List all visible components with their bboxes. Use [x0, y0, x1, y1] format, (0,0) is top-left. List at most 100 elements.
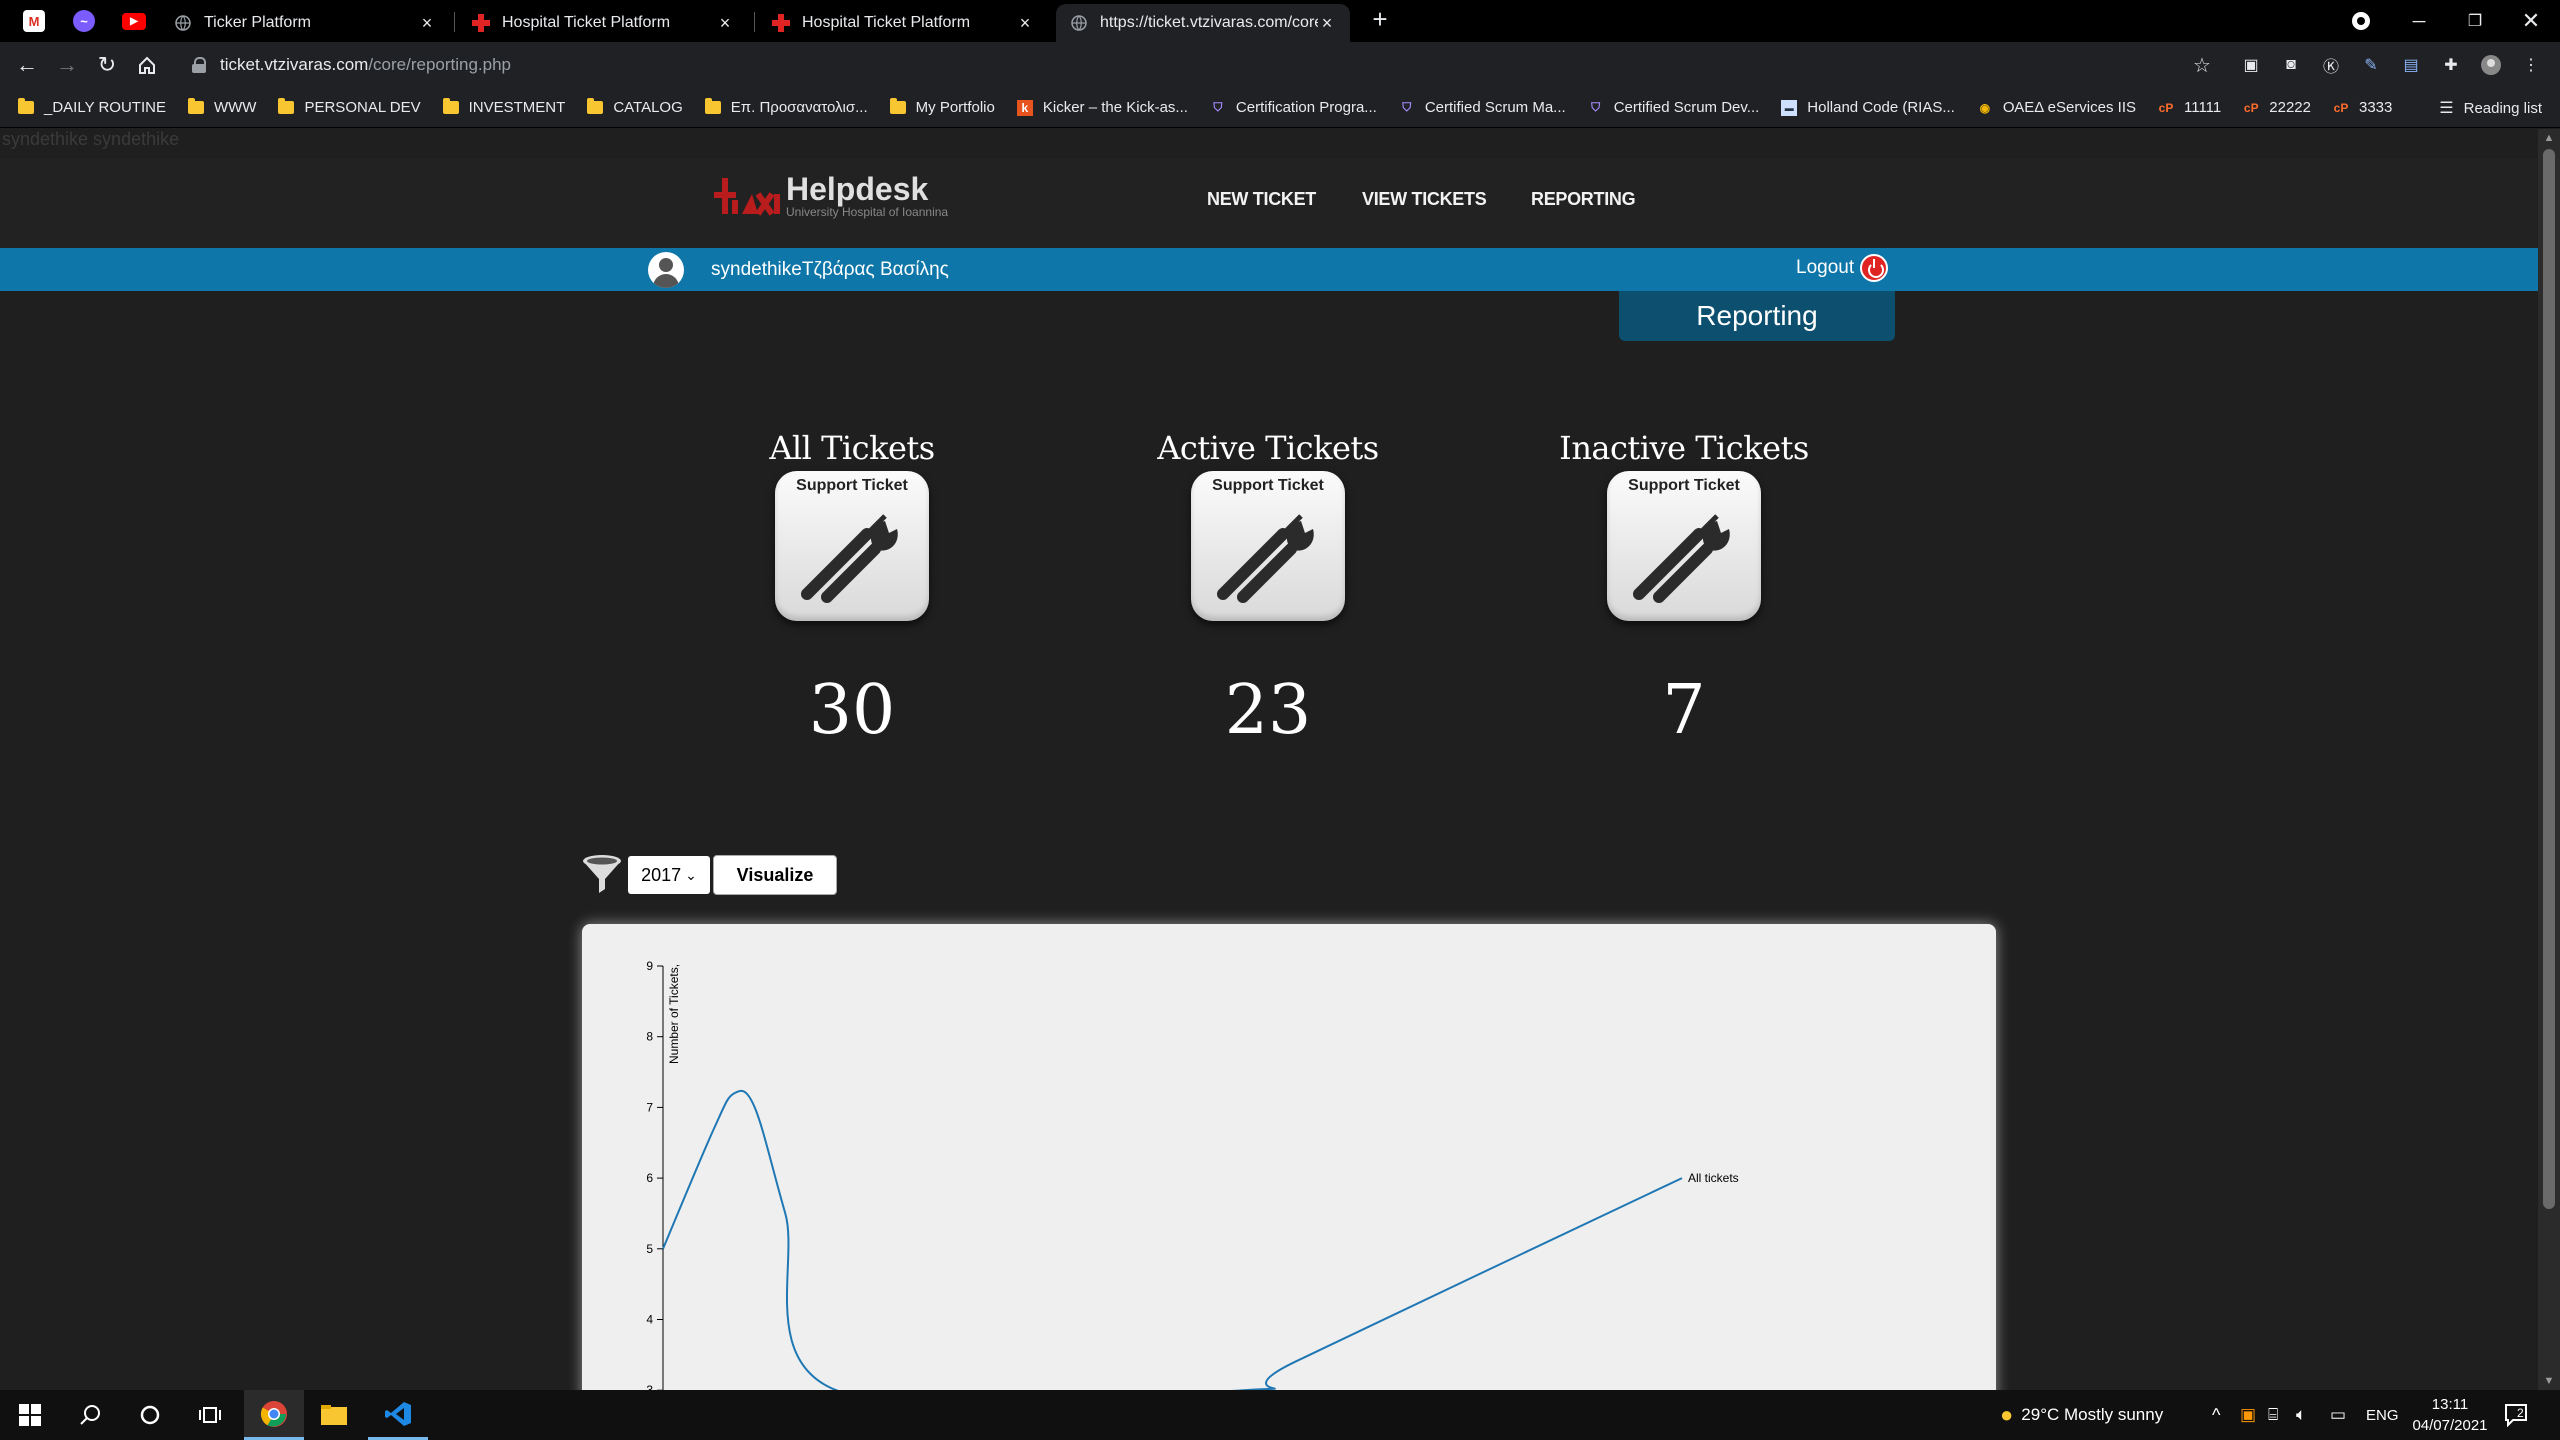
- helpdesk-logo[interactable]: Helpdesk University Hospital of Ioannina: [712, 171, 948, 221]
- bookmark-3333[interactable]: cP 3333: [2333, 99, 2393, 116]
- bookmark-personal-dev[interactable]: PERSONAL DEV: [278, 98, 421, 116]
- year-select-value: 2017: [641, 864, 682, 885]
- notification-count: 2: [2517, 1406, 2524, 1420]
- bookmark-kicker[interactable]: k Kicker – the Kick-as...: [1016, 99, 1188, 116]
- file-explorer-button[interactable]: [304, 1390, 364, 1440]
- task-view-icon: [199, 1407, 221, 1423]
- profile-avatar-icon[interactable]: [2480, 54, 2502, 76]
- chrome-taskbar-button[interactable]: [244, 1390, 304, 1440]
- reading-list-button[interactable]: ☰ Reading list: [2439, 88, 2542, 128]
- cortana-button[interactable]: [120, 1390, 180, 1440]
- display-icon[interactable]: ▭: [2330, 1390, 2346, 1440]
- bookmark-22222[interactable]: cP 22222: [2243, 99, 2311, 116]
- lock-icon: [192, 57, 206, 73]
- bookmark-label: ΟΑΕΔ eServices IIS: [2002, 99, 2136, 116]
- clock[interactable]: 13:11 04/07/2021: [2410, 1394, 2490, 1436]
- close-window-button[interactable]: ✕: [2502, 0, 2560, 42]
- bookmark-certification-program[interactable]: ⛉ Certification Progra...: [1210, 99, 1376, 116]
- puzzle-icon[interactable]: ✚: [2440, 54, 2462, 76]
- home-button[interactable]: [132, 50, 162, 80]
- address-bar[interactable]: ticket.vtzivaras.com/core/reporting.php: [178, 47, 2218, 83]
- forward-button[interactable]: →: [52, 50, 82, 80]
- search-icon: [80, 1405, 100, 1425]
- support-ticket-icon[interactable]: Support Ticket: [1191, 471, 1345, 621]
- bookmark-investment[interactable]: INVESTMENT: [442, 98, 565, 116]
- extension-icon[interactable]: ▣: [2240, 54, 2262, 76]
- messenger-pinned-tab[interactable]: ~: [64, 6, 104, 36]
- bookmark-certified-scrum-developer[interactable]: ⛉ Certified Scrum Dev...: [1588, 99, 1759, 116]
- bookmark-catalog[interactable]: CATALOG: [587, 98, 683, 116]
- debug-text: syndethike syndethike: [2, 129, 180, 149]
- profile-download-icon[interactable]: [2332, 0, 2390, 42]
- support-ticket-icon[interactable]: Support Ticket: [775, 471, 929, 621]
- logo-title: Helpdesk: [786, 171, 929, 207]
- nav-view-tickets[interactable]: VIEW TICKETS: [1362, 189, 1487, 210]
- language-indicator[interactable]: ENG: [2366, 1390, 2399, 1440]
- page-scrollbar[interactable]: ▲ ▼: [2538, 129, 2560, 1390]
- camera-icon[interactable]: ◙: [2280, 54, 2302, 76]
- tray-app-icon[interactable]: ▣: [2240, 1390, 2256, 1440]
- logout-label: Logout: [1796, 257, 1855, 278]
- bookmark-www[interactable]: WWW: [187, 98, 256, 116]
- close-icon[interactable]: ×: [1016, 13, 1034, 34]
- scroll-thumb[interactable]: [2543, 149, 2555, 1209]
- close-icon[interactable]: ×: [716, 13, 734, 34]
- bookmark-label: My Portfolio: [915, 99, 995, 116]
- power-icon: [1860, 254, 1889, 282]
- stat-title: All Tickets: [769, 429, 935, 467]
- tab-1[interactable]: Ticker Platform ×: [160, 4, 450, 42]
- close-icon[interactable]: ×: [418, 13, 436, 34]
- year-select[interactable]: 2017 ⌄: [628, 856, 710, 894]
- new-tab-button[interactable]: +: [1366, 6, 1394, 34]
- pen-icon[interactable]: ✎: [2360, 54, 2382, 76]
- tools-icon: [801, 514, 898, 603]
- bookmark-my-portfolio[interactable]: My Portfolio: [889, 98, 995, 116]
- y-tick-label: 8: [646, 1030, 653, 1044]
- logout-button[interactable]: Logout: [1796, 254, 1889, 282]
- weather-widget[interactable]: ● 29°C Mostly sunny: [2000, 1390, 2163, 1440]
- bookmark-holland-code[interactable]: ▬ Holland Code (RIAS...: [1781, 99, 1955, 116]
- reload-button[interactable]: ↻: [92, 50, 122, 80]
- youtube-pinned-tab[interactable]: ▶: [114, 6, 154, 36]
- bookmark-daily-routine[interactable]: _DAILY ROUTINE: [18, 98, 166, 116]
- gmail-pinned-tab[interactable]: M: [14, 6, 54, 36]
- folder-icon: [704, 98, 721, 114]
- scroll-down-icon[interactable]: ▼: [2538, 1372, 2560, 1390]
- nav-reporting[interactable]: REPORTING: [1531, 189, 1636, 210]
- user-bar: syndethikeΤζβάρας Βασίλης Logout: [0, 248, 2538, 291]
- filter-icon: [583, 855, 621, 893]
- start-button[interactable]: [0, 1390, 60, 1440]
- tab-2[interactable]: Hospital Ticket Platform ×: [458, 4, 748, 42]
- vscode-button[interactable]: [368, 1390, 428, 1440]
- extension-k-icon[interactable]: Ⓚ: [2320, 54, 2342, 76]
- back-button[interactable]: ←: [12, 50, 42, 80]
- nav-new-ticket[interactable]: NEW TICKET: [1207, 189, 1316, 210]
- minimize-button[interactable]: ─: [2390, 0, 2448, 42]
- close-icon[interactable]: ×: [1318, 13, 1336, 34]
- folder-icon: [442, 98, 459, 114]
- support-ticket-icon[interactable]: Support Ticket: [1607, 471, 1761, 621]
- task-view-button[interactable]: [180, 1390, 240, 1440]
- tray-chevron-up-icon[interactable]: ^: [2212, 1390, 2220, 1440]
- page-content: syndethike syndethike Helpdesk Universit…: [0, 129, 2538, 1390]
- translate-icon[interactable]: ▤: [2400, 54, 2422, 76]
- icon-label: Support Ticket: [1628, 477, 1740, 494]
- restore-button[interactable]: ❐: [2446, 0, 2504, 42]
- network-icon[interactable]: ⌸: [2268, 1390, 2278, 1440]
- messenger-icon: ~: [73, 10, 95, 32]
- tab-3[interactable]: Hospital Ticket Platform ×: [758, 4, 1048, 42]
- scroll-up-icon[interactable]: ▲: [2538, 129, 2560, 147]
- bookmark-prosanatolismos[interactable]: Επ. Προσανατολισ...: [704, 98, 868, 116]
- search-button[interactable]: [60, 1390, 120, 1440]
- reading-list-icon: ☰: [2439, 100, 2454, 117]
- visualize-button[interactable]: Visualize: [713, 855, 837, 895]
- menu-kebab-icon[interactable]: ⋮: [2520, 54, 2542, 76]
- bookmark-certified-scrum-master[interactable]: ⛉ Certified Scrum Ma...: [1399, 99, 1565, 116]
- y-axis-label: Number of Tickets,: [667, 964, 681, 1064]
- notifications-button[interactable]: 2: [2504, 1390, 2527, 1440]
- bookmark-oaed[interactable]: ◉ ΟΑΕΔ eServices IIS: [1977, 99, 2136, 116]
- tab-4-active[interactable]: https://ticket.vtzivaras.com/core/ ×: [1056, 4, 1350, 42]
- bookmark-11111[interactable]: cP 11111: [2158, 99, 2222, 116]
- volume-icon[interactable]: 🔈︎: [2296, 1390, 2306, 1440]
- bookmark-star-icon[interactable]: ☆: [2191, 54, 2213, 77]
